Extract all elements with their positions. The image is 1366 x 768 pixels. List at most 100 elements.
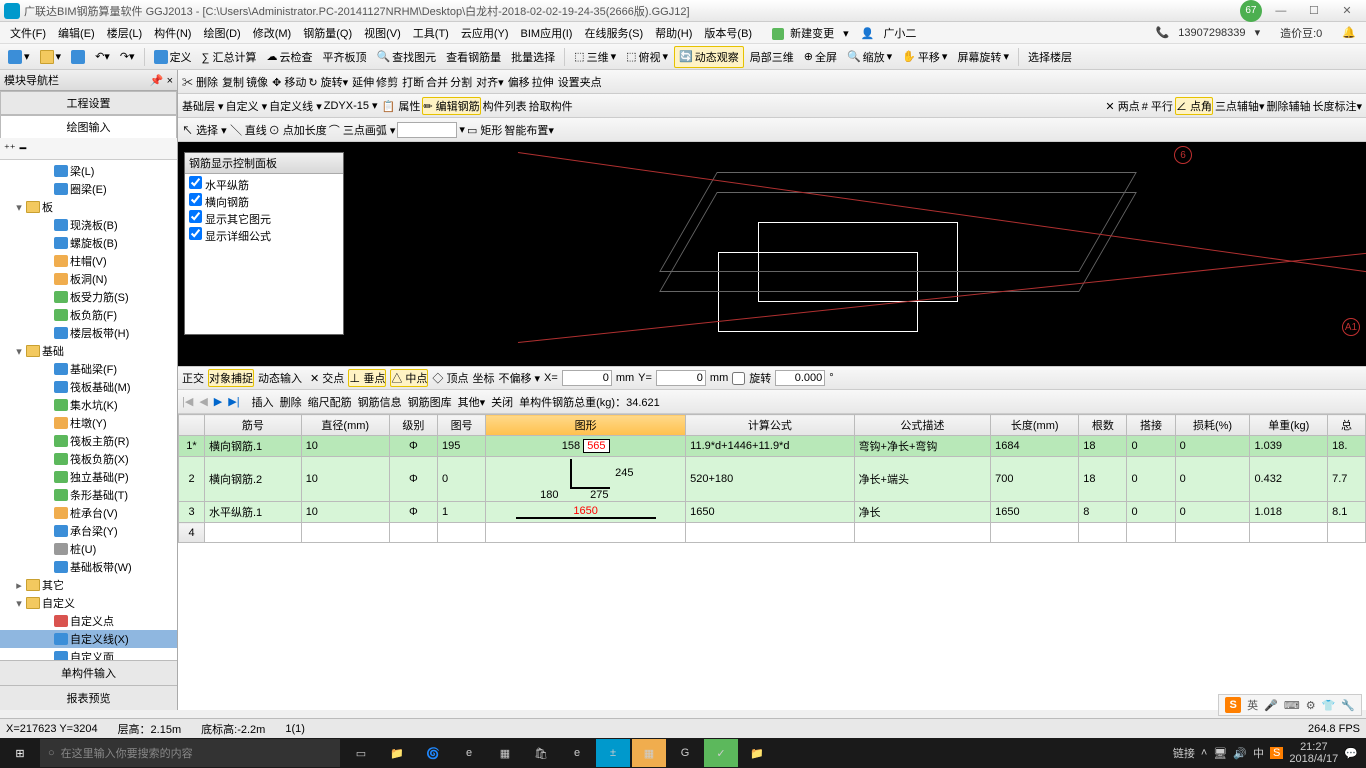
column-header[interactable]: 计算公式 — [686, 415, 854, 436]
tray-ime-zh[interactable]: 中 — [1253, 745, 1264, 761]
menu-rebar[interactable]: 钢筋量(Q) — [297, 25, 358, 41]
tree-node[interactable]: 楼层板带(H) — [0, 324, 177, 342]
tree-node[interactable]: 梁(L) — [0, 162, 177, 180]
column-header[interactable]: 根数 — [1079, 415, 1127, 436]
tree-node[interactable]: 柱墩(Y) — [0, 414, 177, 432]
nav-next-button[interactable]: ▶ — [214, 395, 222, 408]
tree-node[interactable]: 自定义线(X) — [0, 630, 177, 648]
column-header[interactable] — [179, 415, 205, 436]
task-app7[interactable]: ✓ — [704, 739, 738, 767]
select-layer-button[interactable]: 选择楼层 — [1024, 47, 1076, 67]
task-app4[interactable]: ± — [596, 739, 630, 767]
new-change-button[interactable]: 新建变更 ▾ — [766, 25, 855, 41]
maximize-button[interactable]: ☐ — [1299, 4, 1329, 17]
tree-node[interactable]: 自定义面 — [0, 648, 177, 660]
define-button[interactable]: 定义 — [150, 47, 196, 67]
menu-help[interactable]: 帮助(H) — [649, 25, 698, 41]
line-button[interactable]: ╲ 直线 — [231, 122, 267, 138]
column-header[interactable]: 总 — [1328, 415, 1366, 436]
attribute-button[interactable]: 📋 属性 — [382, 98, 421, 114]
column-header[interactable]: 筋号 — [205, 415, 302, 436]
close-grid-button[interactable]: 关闭 — [491, 394, 513, 410]
tree-node[interactable]: 承台梁(Y) — [0, 522, 177, 540]
close-button[interactable]: ✕ — [1332, 4, 1362, 17]
menu-tools[interactable]: 工具(T) — [407, 25, 455, 41]
table-row[interactable]: 4 — [179, 523, 1366, 543]
perp-button[interactable]: ⊥ 垂点 — [348, 369, 386, 387]
menu-online[interactable]: 在线服务(S) — [578, 25, 649, 41]
tree-node[interactable]: 集水坑(K) — [0, 396, 177, 414]
menu-cloud[interactable]: 云应用(Y) — [455, 25, 515, 41]
user-button[interactable]: 👤 广小二 — [855, 25, 929, 41]
tree-node[interactable]: ▸其它 — [0, 576, 177, 594]
tree-node[interactable]: 现浇板(B) — [0, 216, 177, 234]
tree-node[interactable]: 圈梁(E) — [0, 180, 177, 198]
dimension-button[interactable]: 长度标注▾ — [1312, 98, 1362, 114]
nav-last-button[interactable]: ▶| — [228, 395, 239, 408]
point-length-button[interactable]: ⊙ 点加长度 — [269, 122, 327, 138]
pin-icon[interactable]: 📌 × — [150, 74, 173, 87]
tree-node[interactable]: 柱帽(V) — [0, 252, 177, 270]
dynamic-view-button[interactable]: 🔄 动态观察 — [674, 46, 744, 68]
phone-label[interactable]: 📞 13907298339 ▾ — [1149, 26, 1266, 39]
rotate-screen-button[interactable]: 屏幕旋转▾ — [953, 47, 1013, 67]
rebar-display-panel[interactable]: 钢筋显示控制面板 水平纵筋 横向钢筋 显示其它图元 显示详细公式 — [184, 152, 344, 335]
display-option[interactable]: 横向钢筋 — [189, 193, 339, 210]
component-tree[interactable]: 梁(L)圈梁(E)▾板现浇板(B)螺旋板(B)柱帽(V)板洞(N)板受力筋(S)… — [0, 160, 177, 660]
tray-link[interactable]: 链接 — [1173, 745, 1195, 761]
delete-aux-button[interactable]: 删除辅轴 — [1266, 98, 1310, 114]
tray-network-icon[interactable]: 🖥 — [1213, 747, 1227, 760]
menu-version[interactable]: 版本号(B) — [698, 25, 758, 41]
display-option[interactable]: 显示其它图元 — [189, 210, 339, 227]
tray-volume-icon[interactable]: 🔊 — [1233, 747, 1247, 760]
table-row[interactable]: 1*横向钢筋.110Φ195158 56511.9*d+1446+11.9*d弯… — [179, 436, 1366, 457]
task-app3[interactable]: ▦ — [488, 739, 522, 767]
task-explorer[interactable]: 📁 — [740, 739, 774, 767]
offset-button[interactable]: 偏移 — [508, 74, 530, 90]
open-button[interactable]: ▾ — [36, 48, 66, 66]
column-header[interactable]: 长度(mm) — [991, 415, 1079, 436]
tree-node[interactable]: 筏板基础(M) — [0, 378, 177, 396]
menu-file[interactable]: 文件(F) — [4, 25, 52, 41]
notification-badge[interactable]: 67 — [1240, 0, 1262, 22]
bell-icon[interactable]: 🔔 — [1336, 26, 1362, 39]
tree-node[interactable]: 桩承台(V) — [0, 504, 177, 522]
rebar-info-button[interactable]: 钢筋信息 — [358, 394, 402, 410]
task-app5[interactable]: ▦ — [632, 739, 666, 767]
new-button[interactable]: ▾ — [4, 48, 34, 66]
save-button[interactable] — [67, 48, 89, 66]
tree-node[interactable]: 独立基础(P) — [0, 468, 177, 486]
code-select[interactable]: ZDYX-15 ▾ — [324, 99, 378, 112]
delete-button[interactable]: ✂ 删除 — [182, 74, 218, 90]
osnap-button[interactable]: 对象捕捉 — [208, 369, 254, 387]
menu-floor[interactable]: 楼层(L) — [101, 25, 148, 41]
local-3d-button[interactable]: 局部三维 — [746, 47, 798, 67]
ime-skin-icon[interactable]: 👕 — [1322, 699, 1336, 712]
offset-mode-select[interactable]: 不偏移 ▾ — [498, 370, 540, 386]
arc3-button[interactable]: ⌒ 三点画弧 ▾ — [329, 122, 396, 138]
tray-sogou-icon[interactable]: S — [1270, 747, 1283, 759]
extend-button[interactable]: 延伸 — [352, 74, 374, 90]
nav-prev-button[interactable]: ◀ — [199, 395, 207, 408]
copy-button[interactable]: 复制 — [222, 74, 244, 90]
coin-label[interactable]: 造价豆:0 — [1274, 25, 1328, 41]
cloud-check-button[interactable]: ☁ 云检查 — [262, 47, 316, 67]
subtype-select[interactable]: 自定义线 ▾ — [269, 98, 322, 114]
tray-notifications-icon[interactable]: 💬 — [1344, 747, 1358, 760]
other-button[interactable]: 其他▾ — [458, 394, 486, 410]
coord-button[interactable]: 坐标 — [472, 370, 494, 386]
tree-node[interactable]: 条形基础(T) — [0, 486, 177, 504]
zoom-button[interactable]: 🔍 缩放▾ — [843, 47, 896, 67]
menu-component[interactable]: 构件(N) — [148, 25, 197, 41]
sum-calc-button[interactable]: ∑ 汇总计算 — [198, 47, 261, 67]
collapse-icon[interactable]: ━ — [20, 142, 27, 155]
fullscreen-button[interactable]: ⊕ 全屏 — [800, 47, 841, 67]
start-button[interactable]: ⊞ — [0, 747, 40, 760]
tree-node[interactable]: ▾自定义 — [0, 594, 177, 612]
menu-modify[interactable]: 修改(M) — [247, 25, 298, 41]
display-option[interactable]: 水平纵筋 — [189, 176, 339, 193]
dynamic-input-button[interactable]: 动态输入 — [258, 370, 302, 386]
pan-button[interactable]: ✋ 平移▾ — [898, 47, 951, 67]
tree-node[interactable]: 基础梁(F) — [0, 360, 177, 378]
y-input[interactable] — [656, 370, 706, 386]
